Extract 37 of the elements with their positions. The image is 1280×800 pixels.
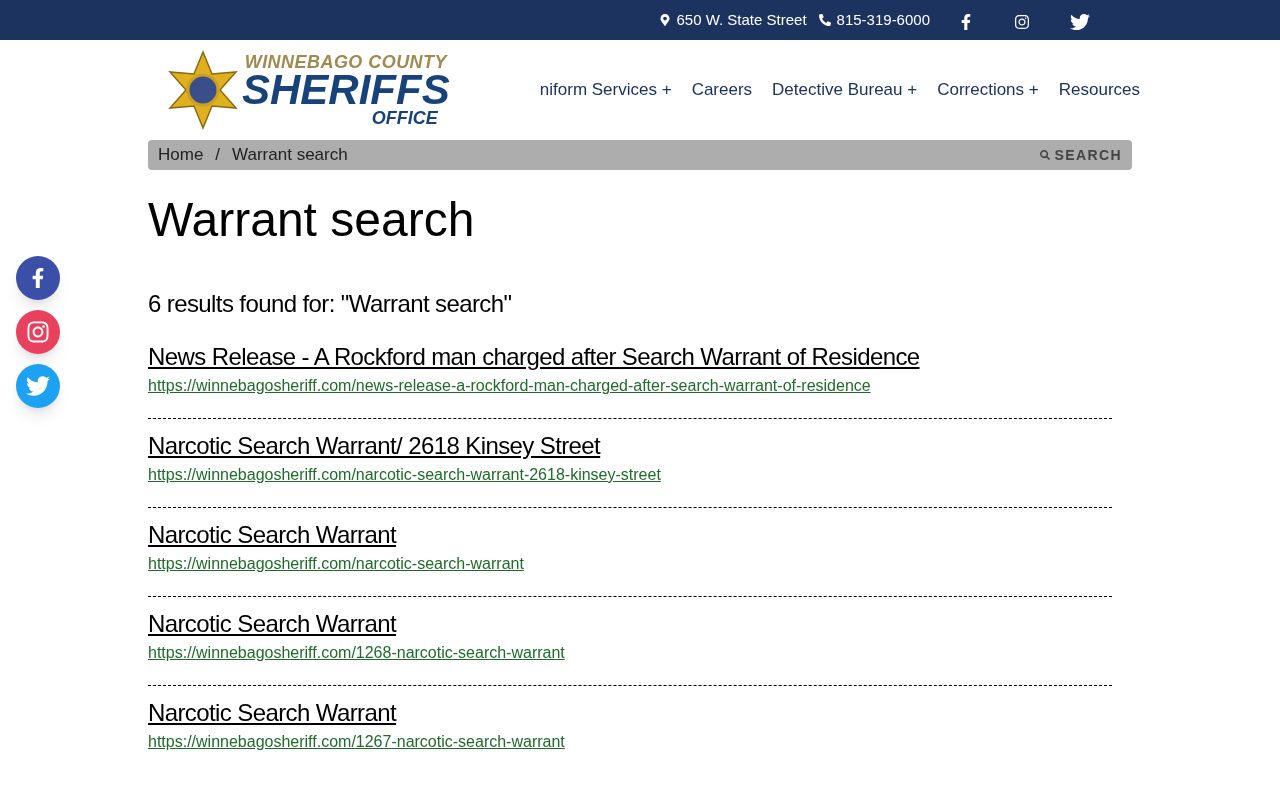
nav-link[interactable]: Corrections +	[937, 77, 1039, 103]
result-url-link[interactable]: https://winnebagosheriff.com/1268-narcotic-search-warrant	[148, 641, 565, 665]
result-url-link[interactable]: https://winnebagosheriff.com/news-release-a-rockford-man-charged-after-search-warrant-of-residence	[148, 374, 871, 398]
results-summary: 6 results found for: "Warrant search"	[148, 289, 513, 319]
logo-county-text: WINNEBAGO COUNTY	[244, 53, 447, 71]
twitter-icon	[26, 374, 50, 398]
twitter-button[interactable]	[16, 364, 60, 408]
breadcrumb-link[interactable]: Home	[158, 142, 204, 168]
breadcrumb-separator: /	[215, 144, 221, 167]
phone-icon	[818, 14, 831, 26]
facebook-button[interactable]	[16, 256, 60, 300]
result-url-link[interactable]: https://winnebagosheriff.com/1267-narcotic-search-warrant	[148, 730, 565, 754]
search-icon	[1040, 150, 1051, 160]
nav-link[interactable]: niform Services +	[539, 77, 672, 103]
address-text: 650 W. State Street	[658, 8, 807, 32]
logo-office-text: OFFICE	[371, 109, 438, 127]
nav-link[interactable]: Resources	[1058, 77, 1140, 103]
instagram-button[interactable]	[16, 310, 60, 354]
instagram-icon[interactable]	[1014, 14, 1030, 30]
result-title-link[interactable]: Narcotic Search Warrant/ 2618 Kinsey Street	[148, 431, 601, 461]
nav-link[interactable]: Detective Bureau +	[772, 77, 918, 103]
twitter-icon[interactable]	[1070, 12, 1090, 32]
phone-text: 815-319-6000	[818, 8, 930, 32]
breadcrumb-link[interactable]: Warrant search	[232, 142, 348, 168]
nav-link[interactable]: Careers	[691, 77, 753, 103]
result-title-link[interactable]: News Release - A Rockford man charged after Search Warrant of Residence	[148, 342, 920, 372]
map-pin-icon	[658, 14, 671, 26]
logo-sheriffs-text: SHERIFFS	[242, 69, 450, 111]
result-title-link[interactable]: Narcotic Search Warrant	[148, 609, 397, 639]
result-title-link[interactable]: Narcotic Search Warrant	[148, 520, 397, 550]
star-badge-icon	[168, 50, 238, 130]
result-url-link[interactable]: https://winnebagosheriff.com/narcotic-search-warrant	[148, 552, 524, 576]
result-url-link[interactable]: https://winnebagosheriff.com/narcotic-search-warrant-2618-kinsey-street	[148, 463, 661, 487]
page-title: Warrant search	[148, 192, 476, 248]
result-title-link[interactable]: Narcotic Search Warrant	[148, 698, 397, 728]
instagram-icon	[26, 320, 50, 344]
search-button[interactable]: SEARCH	[1040, 144, 1122, 166]
